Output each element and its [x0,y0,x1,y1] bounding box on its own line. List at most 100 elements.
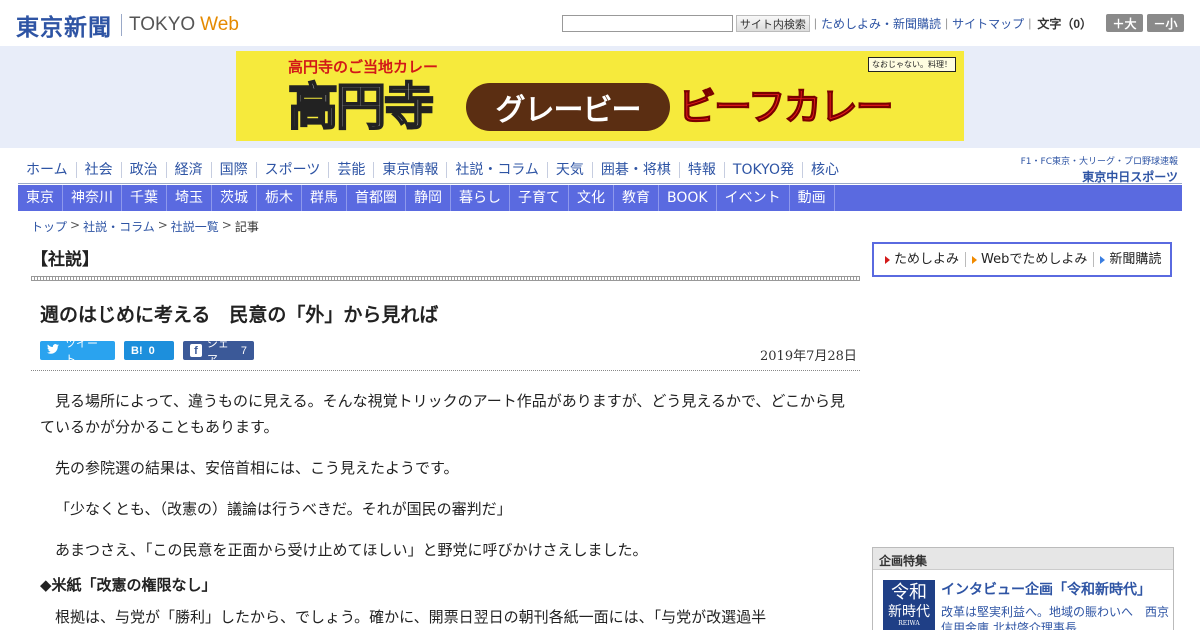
breadcrumb-top[interactable]: トップ [31,218,67,235]
banner-area: 高円寺のご当地カレー なおじゃない。料理！ 高円寺 グレービー ビーフカレー [0,46,1200,148]
thumbnail-text: REIWA [898,620,920,627]
font-larger-button[interactable]: ＋大 [1106,14,1143,32]
separator: | [813,16,818,30]
nav-special-report[interactable]: 特報 [678,162,724,178]
trial-subscribe-link[interactable]: ためしよみ・新聞購読 [821,15,941,32]
nav-region-shutoken[interactable]: 首都圏 [347,185,406,211]
promo-subscribe[interactable]: 新聞購読 [1094,252,1167,267]
nav-weather[interactable]: 天気 [546,162,592,178]
nav-go-shogi[interactable]: 囲碁・将棋 [591,162,679,178]
feature-thumbnail[interactable]: 令和 新時代 REIWA [883,580,935,630]
promo-web-trial[interactable]: Webでためしよみ [966,252,1095,267]
site-search-button[interactable]: サイト内検索 [735,14,810,32]
site-logo[interactable]: 東京新聞 TOKYO Web [16,8,239,42]
font-size-label: 文字（0） [1037,16,1092,31]
article-body: 見る場所によって、違うものに見える。そんな視覚トリックのアート作品がありますが、… [40,388,852,630]
promo-trial[interactable]: ためしよみ [879,252,967,267]
facebook-icon: f [190,344,202,357]
nav-tokyo-hatsu[interactable]: TOKYO発 [723,162,802,178]
font-smaller-button[interactable]: －小 [1147,14,1184,32]
regional-nav: 東京 神奈川 千葉 埼玉 茨城 栃木 群馬 首都圏 静岡 暮らし 子育て 文化 … [18,185,1182,211]
logo-web: Web [200,14,239,35]
thumbnail-text: 新時代 [888,604,930,620]
feature-description[interactable]: 改革は堅実利益へ。地域の賑わいへ 西京信用金庫 北村啓介理事長 [941,604,1169,630]
breadcrumb-current: 記事 [234,220,259,234]
nav-living[interactable]: 暮らし [451,185,510,211]
promo-web-trial-label: Webでためしよみ [981,252,1088,267]
section-title: 【社説】 [31,250,99,270]
nav-book[interactable]: BOOK [659,185,717,211]
advertisement-banner[interactable]: 高円寺のご当地カレー なおじゃない。料理！ 高円寺 グレービー ビーフカレー [236,51,964,141]
paragraph: 先の参院選の結果は、安倍首相には、こう見えたようです。 [55,459,459,477]
ad-main-text: 高円寺 [287,77,435,137]
nav-video[interactable]: 動画 [790,185,835,211]
nav-economy[interactable]: 経済 [165,162,211,178]
site-header: 東京新聞 TOKYO Web サイト内検索 | ためしよみ・新聞購読 | サイト… [0,0,1200,46]
site-search-input[interactable] [561,14,733,32]
nav-region-tochigi[interactable]: 栃木 [257,185,302,211]
nav-sports[interactable]: スポーツ [255,162,329,178]
article-divider [31,370,860,371]
breadcrumb-editorial-list[interactable]: 社説一覧 [171,218,219,235]
facebook-share-button[interactable]: f シェア 7 [183,338,254,366]
ad-beef-text: ビーフカレー [678,85,895,130]
paragraph: あまつさえ、「この民意を正面から受け止めてほしい」と野党に呼びかけさえしました。 [55,541,648,559]
nav-society[interactable]: 社会 [75,162,121,178]
nav-region-shizuoka[interactable]: 静岡 [406,185,451,211]
nav-education[interactable]: 教育 [614,185,659,211]
twitter-bird-icon [47,344,59,357]
nav-region-chiba[interactable]: 千葉 [122,185,167,211]
separator: | [945,16,949,30]
section-divider [31,276,860,281]
nav-region-gunma[interactable]: 群馬 [302,185,347,211]
thumbnail-text: 令和 [891,582,927,603]
tweet-button[interactable]: ツイート [40,338,115,366]
facebook-share-count: 7 [240,344,247,357]
arrow-right-icon [972,255,978,264]
nav-culture[interactable]: 文化 [569,185,614,211]
nav-divider [18,183,1182,184]
article-date: 2019年7月28日 [760,349,857,364]
nav-region-saitama[interactable]: 埼玉 [167,185,212,211]
paragraph: 根拠は、与党が「勝利」したから、でしょう。確かに、開票日翌日の朝刊各紙一面には、… [55,608,767,626]
logo-japanese: 東京新聞 [16,14,112,41]
chunichi-tagline: F1・FC東京・大リーグ・プロ野球速報 [1020,157,1178,167]
breadcrumb-separator: > [157,218,168,232]
facebook-share-label: シェア [206,337,229,366]
nav-entertainment[interactable]: 芸能 [328,162,373,178]
ad-tag: なおじゃない。料理！ [868,57,956,72]
tweet-label: ツイート [65,337,98,366]
nav-region-kanagawa[interactable]: 神奈川 [63,185,122,211]
nav-events[interactable]: イベント [717,185,790,211]
nav-editorial-column[interactable]: 社説・コラム [446,162,547,178]
breadcrumb-editorial-column[interactable]: 社説・コラム [83,218,155,235]
subscription-promo-bar: ためしよみ Webでためしよみ 新聞購読 [872,242,1172,277]
paragraph: 見る場所によって、違うものに見える。そんな視覚トリックのアート作品がありますが、… [40,392,845,436]
promo-subscribe-label: 新聞購読 [1109,252,1162,267]
nav-international[interactable]: 国際 [210,162,256,178]
primary-nav: ホーム 社会 政治 経済 国際 スポーツ 芸能 東京情報 社説・コラム 天気 囲… [18,158,847,182]
paragraph: 「少なくとも、（改憲の）議論は行うべきだ。それが国民の審判だ」 [55,500,512,518]
nav-tokyo-info[interactable]: 東京情報 [373,162,446,178]
hatena-bookmark-button[interactable]: B! 0 [124,341,174,360]
nav-core[interactable]: 核心 [801,162,847,178]
promo-trial-label: ためしよみ [894,252,960,267]
article-title: 週のはじめに考える 民意の「外」から見れば [40,304,439,326]
article-subheading: ◆米紙「改憲の権限なし」 [40,576,217,594]
feature-title-link[interactable]: インタビュー企画「令和新時代」 [941,579,1151,599]
chunichi-sports-link[interactable]: F1・FC東京・大リーグ・プロ野球速報 東京中日スポーツ [1021,154,1178,185]
nav-parenting[interactable]: 子育て [510,185,569,211]
share-buttons: ツイート B! 0 f シェア 7 [40,338,263,366]
nav-region-ibaraki[interactable]: 茨城 [212,185,257,211]
nav-politics[interactable]: 政治 [120,162,166,178]
breadcrumb-separator: > [221,218,232,232]
nav-home[interactable]: ホーム [18,162,76,178]
feature-box: 企画特集 令和 新時代 REIWA インタビュー企画「令和新時代」 改革は堅実利… [872,547,1174,630]
sitemap-link[interactable]: サイトマップ [952,15,1024,32]
logo-english: TOKYO [129,14,196,35]
ad-pill-text: グレービー [466,83,670,131]
nav-region-tokyo[interactable]: 東京 [18,185,63,211]
separator: | [1028,16,1032,30]
arrow-right-icon [885,255,890,264]
breadcrumb-separator: > [70,218,81,232]
